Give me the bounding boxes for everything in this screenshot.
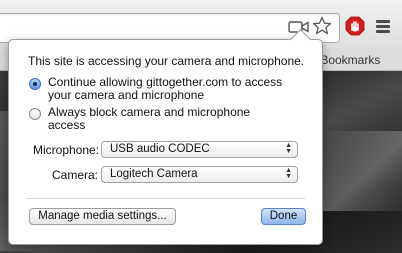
bookmark-star-icon[interactable] <box>312 16 332 36</box>
block-option-label[interactable]: Always block camera and microphone acces… <box>48 106 288 132</box>
block-radio[interactable] <box>29 108 41 120</box>
microphone-select[interactable]: USB audio CODEC ▲ ▼ <box>101 141 298 158</box>
bookmarks-folder-label[interactable]: r Bookmarks <box>313 53 380 67</box>
camera-select[interactable]: Logitech Camera ▲ ▼ <box>101 166 298 183</box>
manage-media-settings-button[interactable]: Manage media settings... <box>29 208 176 225</box>
media-permission-bubble: This site is accessing your camera and m… <box>8 28 323 245</box>
bubble-divider <box>26 198 305 199</box>
block-option[interactable]: Always block camera and microphone acces… <box>29 106 288 132</box>
chrome-menu-icon[interactable] <box>376 20 390 34</box>
allow-radio[interactable] <box>29 78 41 90</box>
done-button[interactable]: Done <box>261 208 306 225</box>
select-arrows-icon: ▲ ▼ <box>285 142 292 155</box>
microphone-select-value: USB audio CODEC <box>110 143 210 155</box>
red-hand-extension-icon[interactable] <box>345 16 365 36</box>
bubble-title: This site is accessing your camera and m… <box>28 54 305 68</box>
select-arrows-icon: ▲ ▼ <box>285 167 292 180</box>
camera-select-value: Logitech Camera <box>110 168 198 180</box>
microphone-label: Microphone: <box>33 143 100 157</box>
camera-label: Camera: <box>52 168 99 182</box>
allow-option-label[interactable]: Continue allowing gittogether.com to acc… <box>48 76 288 102</box>
allow-option[interactable]: Continue allowing gittogether.com to acc… <box>29 76 288 102</box>
